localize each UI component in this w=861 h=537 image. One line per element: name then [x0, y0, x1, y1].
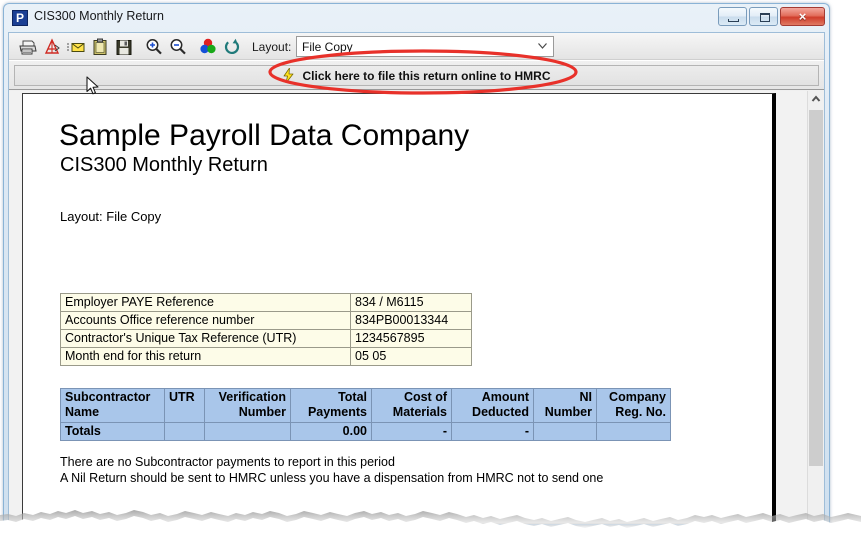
- col-verification-number: Verification Number: [204, 388, 291, 423]
- minimize-button[interactable]: [718, 7, 747, 26]
- table-row: Employer PAYE Reference 834 / M6115: [60, 293, 472, 312]
- layout-select[interactable]: File Copy: [296, 36, 554, 57]
- save-icon[interactable]: [114, 37, 134, 57]
- zoom-out-icon[interactable]: [168, 37, 188, 57]
- email-icon[interactable]: [66, 37, 86, 57]
- clipboard-icon[interactable]: [90, 37, 110, 57]
- layout-label: Layout:: [252, 40, 292, 54]
- report-page: Sample Payroll Data Company CIS300 Month…: [22, 93, 776, 523]
- totals-verification-number: [204, 422, 291, 441]
- ref-label: Contractor's Unique Tax Reference (UTR): [60, 329, 351, 348]
- col-company-reg-no: Company Reg. No.: [596, 388, 671, 423]
- window-controls: ×: [718, 7, 825, 26]
- ref-value: 834PB00013344: [350, 311, 472, 330]
- chevron-down-icon: [538, 43, 547, 49]
- zoom-in-icon[interactable]: [144, 37, 164, 57]
- note-nil-return: A Nil Return should be sent to HMRC unle…: [60, 471, 604, 485]
- maximize-button[interactable]: [749, 7, 778, 26]
- totals-label: Totals: [60, 422, 165, 441]
- note-no-payments: There are no Subcontractor payments to r…: [60, 455, 395, 469]
- maximize-icon: [760, 13, 770, 22]
- ref-value: 834 / M6115: [350, 293, 472, 312]
- vertical-scrollbar[interactable]: [807, 91, 824, 523]
- col-ni-number: NI Number: [533, 388, 597, 423]
- refresh-icon[interactable]: [222, 37, 242, 57]
- col-subcontractor-name: Subcontractor Name: [60, 388, 165, 423]
- col-total-payments: Total Payments: [290, 388, 372, 423]
- close-icon: ×: [798, 9, 807, 24]
- color-palette-icon[interactable]: [198, 37, 218, 57]
- totals-total-payments: 0.00: [290, 422, 372, 441]
- table-row: Accounts Office reference number 834PB00…: [60, 311, 472, 330]
- col-amount-deducted: Amount Deducted: [451, 388, 534, 423]
- table-row: Contractor's Unique Tax Reference (UTR) …: [60, 329, 472, 348]
- print-icon[interactable]: [18, 37, 38, 57]
- application-window: P CIS300 Monthly Return × Layout: File C…: [3, 3, 830, 525]
- report-title: CIS300 Monthly Return: [60, 154, 268, 176]
- export-pdf-icon[interactable]: [42, 37, 62, 57]
- table-row: Month end for this return 05 05: [60, 347, 472, 366]
- ref-label: Accounts Office reference number: [60, 311, 351, 330]
- toolbar: Layout: File Copy: [9, 33, 824, 60]
- col-cost-of-materials: Cost of Materials: [371, 388, 452, 423]
- file-return-button-content: Click here to file this return online to…: [15, 66, 818, 85]
- totals-utr: [164, 422, 205, 441]
- reference-table: Employer PAYE Reference 834 / M6115 Acco…: [60, 293, 472, 366]
- table-header-row: Subcontractor Name UTR Verification Numb…: [60, 388, 671, 423]
- document-viewport: Sample Payroll Data Company CIS300 Month…: [9, 91, 824, 523]
- totals-amount-deducted: -: [451, 422, 534, 441]
- app-logo-icon: P: [12, 10, 28, 26]
- scroll-up-arrow-icon: [811, 95, 821, 102]
- totals-cost-of-materials: -: [371, 422, 452, 441]
- close-button[interactable]: ×: [780, 7, 825, 26]
- layout-line: Layout: File Copy: [60, 209, 162, 224]
- layout-select-value: File Copy: [302, 40, 353, 54]
- screenshot-root: P CIS300 Monthly Return × Layout: File C…: [0, 0, 861, 537]
- file-return-button-label: Click here to file this return online to…: [302, 68, 551, 83]
- scrollbar-thumb[interactable]: [809, 110, 823, 466]
- company-name: Sample Payroll Data Company: [59, 119, 470, 152]
- col-utr: UTR: [164, 388, 205, 423]
- ref-label: Employer PAYE Reference: [60, 293, 351, 312]
- file-return-online-button[interactable]: Click here to file this return online to…: [14, 65, 819, 86]
- window-title: CIS300 Monthly Return: [34, 9, 164, 23]
- lightning-bolt-icon: [284, 68, 294, 83]
- title-bar: P CIS300 Monthly Return ×: [4, 4, 829, 32]
- action-bar: Click here to file this return online to…: [9, 60, 824, 90]
- subcontractor-table: Subcontractor Name UTR Verification Numb…: [60, 388, 671, 441]
- ref-label: Month end for this return: [60, 347, 351, 366]
- totals-ni-number: [533, 422, 597, 441]
- ref-value: 05 05: [350, 347, 472, 366]
- totals-company-reg-no: [596, 422, 671, 441]
- minimize-icon: [728, 19, 739, 22]
- ref-value: 1234567895: [350, 329, 472, 348]
- table-row: Totals 0.00 - -: [60, 422, 671, 441]
- scroll-up-button[interactable]: [808, 91, 824, 108]
